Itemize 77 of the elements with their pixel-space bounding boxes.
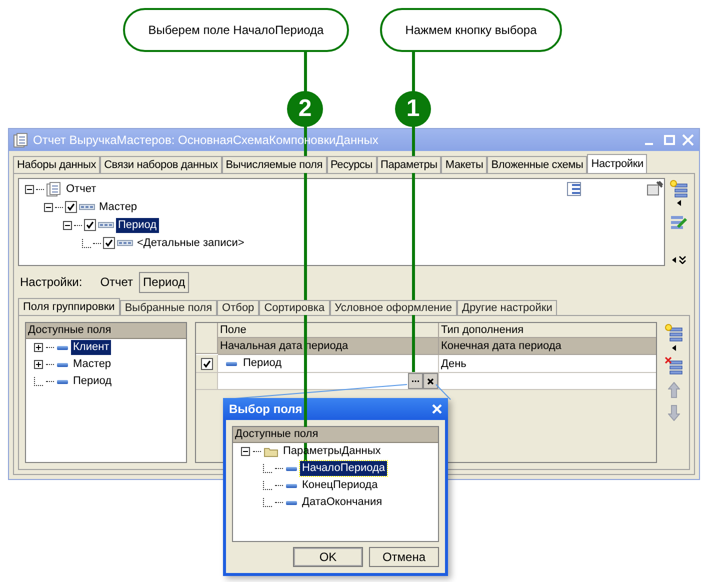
settings-icon[interactable] (647, 181, 663, 196)
collapse-icon[interactable] (63, 220, 72, 230)
checkbox[interactable] (84, 219, 96, 231)
tab[interactable]: Ресурсы (326, 156, 377, 173)
table-cell-text: День (440, 357, 468, 372)
callout-bubble: Выберем поле НачалоПериода (123, 8, 349, 52)
field-icon (286, 484, 297, 488)
checkbox[interactable] (103, 237, 115, 249)
tree-item[interactable]: КонецПериода (300, 478, 380, 493)
collapse-icon[interactable] (44, 202, 53, 212)
collapse-icon[interactable] (25, 184, 34, 194)
expand-icon[interactable] (34, 343, 43, 352)
report-icon (46, 182, 62, 196)
tab[interactable]: Настройки (587, 154, 648, 173)
tab[interactable]: Вычисляемые поля (222, 156, 327, 173)
column-header: Тип дополнения (439, 323, 656, 338)
tab[interactable]: Отбор (217, 300, 260, 315)
tree-item[interactable]: Период (71, 374, 114, 389)
field-icon (286, 500, 297, 504)
tree-item[interactable]: Клиент (71, 340, 112, 355)
settings-label: Настройки: (20, 274, 82, 291)
tab[interactable]: Выбранные поля (120, 300, 218, 315)
clear-button[interactable] (423, 373, 438, 389)
close-icon (427, 378, 434, 384)
close-icon[interactable] (432, 404, 442, 414)
column-header: Доступные поля (233, 427, 438, 443)
step-number-badge: 1 (395, 91, 431, 127)
checkbox[interactable] (65, 201, 77, 213)
tree-item[interactable]: Период (116, 218, 159, 232)
field-icon (57, 362, 68, 366)
dialog-button[interactable]: OK (293, 547, 363, 567)
tab[interactable]: Связи наборов данных (100, 156, 222, 173)
tab[interactable]: Макеты (441, 156, 488, 173)
collapse-icon[interactable] (241, 447, 250, 456)
callout-bubble: Нажмем кнопку выбора (380, 8, 562, 52)
tab[interactable]: Сортировка (259, 300, 330, 315)
field-icon (57, 380, 68, 384)
expand-icon[interactable] (34, 360, 43, 369)
triangle-left-icon[interactable] (672, 345, 676, 351)
step-number-badge: 2 (287, 91, 323, 127)
tree-item[interactable]: Мастер (71, 357, 114, 372)
settings-level-button[interactable]: Отчет (96, 272, 138, 292)
tab[interactable]: Вложенные схемы (487, 156, 588, 173)
tab[interactable]: Параметры (376, 156, 442, 173)
tree-item[interactable]: НачалоПериода (300, 461, 388, 476)
grouping-icon (117, 240, 133, 246)
column-header: Поле (218, 323, 438, 338)
checkbox[interactable] (200, 358, 212, 370)
tab[interactable]: Другие настройки (457, 300, 558, 315)
tree-item[interactable]: ДатаОкончания (300, 495, 384, 510)
table-cell-text: Период (243, 356, 282, 372)
dialog-button[interactable]: Отмена (369, 547, 439, 567)
add-row-icon[interactable] (665, 324, 683, 342)
field-icon (226, 362, 237, 366)
triangle-left-icon[interactable] (677, 200, 681, 206)
field-icon (57, 346, 68, 350)
add-row-icon[interactable] (670, 180, 688, 198)
column-header: Конечная дата периода (439, 338, 656, 354)
folder-icon (264, 446, 278, 456)
tree-item[interactable]: Мастер (97, 200, 140, 214)
tab[interactable]: Поля группировки (18, 298, 120, 315)
field-icon (286, 466, 297, 470)
grouping-icon (98, 222, 114, 228)
tree-item[interactable]: <Детальные записи> (135, 236, 246, 250)
table-icon[interactable] (567, 182, 581, 196)
column-header: Доступные поля (26, 323, 186, 339)
double-chevron-down-icon[interactable] (679, 256, 686, 264)
triangle-left-icon[interactable] (672, 257, 676, 263)
tree-item[interactable]: Отчет (64, 182, 98, 196)
report-icon (13, 132, 29, 148)
grouping-icon (79, 204, 95, 210)
settings-level-button[interactable]: Период (139, 272, 190, 292)
choose-button[interactable]: ... (408, 373, 423, 389)
delete-row-icon[interactable] (665, 357, 683, 375)
tab[interactable]: Наборы данных (13, 156, 100, 173)
tab[interactable]: Условное оформление (330, 300, 458, 315)
dialog-title: Выбор поля (229, 401, 304, 418)
